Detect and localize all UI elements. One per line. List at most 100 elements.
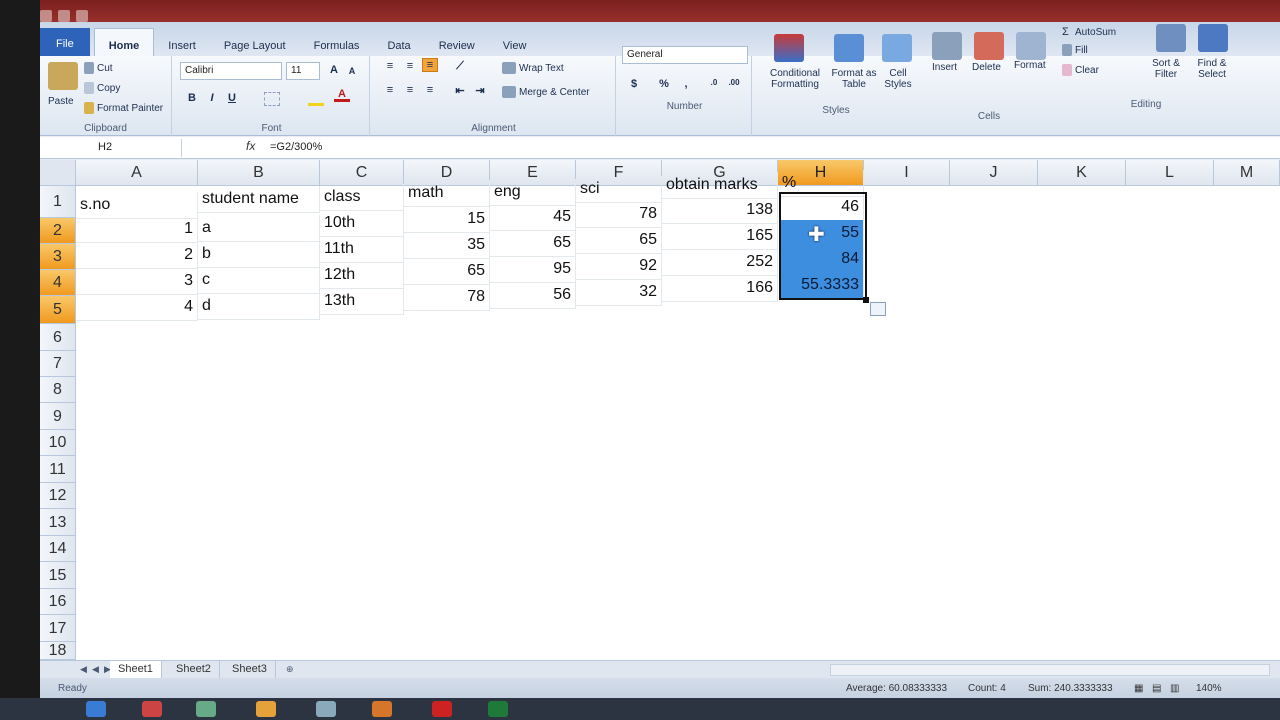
align-center-icon[interactable]: ≡ xyxy=(402,84,418,98)
page-break-view-icon[interactable]: ▥ xyxy=(1170,683,1179,694)
row-header-12[interactable]: 12 xyxy=(40,483,76,509)
increase-decimal-icon[interactable]: .0 xyxy=(706,78,722,92)
row-header-7[interactable]: 7 xyxy=(40,351,76,377)
merge-center-button[interactable]: Merge & Center xyxy=(502,86,590,98)
sheet-tab-sheet2[interactable]: Sheet2 xyxy=(168,661,220,678)
row-header-13[interactable]: 13 xyxy=(40,509,76,536)
format-as-table-button[interactable]: Format as Table xyxy=(828,68,880,90)
align-right-icon[interactable]: ≡ xyxy=(422,84,438,98)
cell-g3[interactable]: 165 xyxy=(662,223,778,250)
find-select-button[interactable]: Find & Select xyxy=(1190,58,1234,80)
column-header-c[interactable]: C xyxy=(320,160,404,186)
cell-f1[interactable]: sci xyxy=(576,176,662,203)
cell-h1[interactable]: % xyxy=(778,170,864,197)
shrink-font-icon[interactable]: A xyxy=(344,66,360,80)
column-header-k[interactable]: K xyxy=(1038,160,1126,186)
format-button[interactable]: Format xyxy=(1014,60,1046,71)
app-icon[interactable] xyxy=(316,701,336,717)
delete-button[interactable]: Delete xyxy=(972,62,1001,73)
tab-page-layout[interactable]: Page Layout xyxy=(210,28,300,56)
align-bottom-icon[interactable]: ≡ xyxy=(422,58,438,72)
cell-e1[interactable]: eng xyxy=(490,179,576,206)
currency-button[interactable]: $ xyxy=(626,78,642,92)
fill-handle[interactable] xyxy=(863,297,869,303)
row-header-4[interactable]: 4 xyxy=(40,270,76,296)
worksheet-grid[interactable]: A B C D E F G H I J K L M 1 2 3 4 5 6 7 … xyxy=(40,160,1280,660)
redo-icon[interactable] xyxy=(76,10,88,22)
cell-c5[interactable]: 13th xyxy=(320,288,404,315)
cell-f4[interactable]: 92 xyxy=(576,253,662,280)
row-header-18[interactable]: 18 xyxy=(40,642,76,660)
delete-cells-icon[interactable] xyxy=(974,32,1004,60)
cell-e4[interactable]: 95 xyxy=(490,256,576,283)
ie-icon[interactable] xyxy=(86,701,106,717)
cell-h4[interactable]: 84 xyxy=(780,246,864,273)
comma-button[interactable]: , xyxy=(678,78,694,92)
conditional-formatting-button[interactable]: Conditional Formatting xyxy=(760,68,830,90)
cell-e2[interactable]: 45 xyxy=(490,204,576,231)
media-icon[interactable] xyxy=(142,701,162,717)
align-top-icon[interactable]: ≡ xyxy=(382,60,398,74)
sheet-first-icon[interactable]: ◀ xyxy=(80,664,87,675)
conditional-formatting-icon[interactable] xyxy=(774,34,804,62)
format-cells-icon[interactable] xyxy=(1016,32,1046,60)
cell-f5[interactable]: 32 xyxy=(576,279,662,306)
cell-d1[interactable]: math xyxy=(404,180,490,207)
row-header-2[interactable]: 2 xyxy=(40,218,76,244)
grow-font-icon[interactable]: A xyxy=(326,64,342,78)
row-header-15[interactable]: 15 xyxy=(40,562,76,589)
cell-a5[interactable]: 4 xyxy=(76,294,198,321)
orientation-icon[interactable]: ⟋ xyxy=(452,60,468,74)
horizontal-scrollbar[interactable] xyxy=(830,664,1270,676)
column-header-b[interactable]: B xyxy=(198,160,320,186)
wrap-text-button[interactable]: Wrap Text xyxy=(502,62,564,74)
cell-b5[interactable]: d xyxy=(198,293,320,320)
cut-button[interactable]: Cut xyxy=(84,62,113,74)
clear-button[interactable]: Clear xyxy=(1062,64,1099,76)
tab-insert[interactable]: Insert xyxy=(154,28,210,56)
tab-formulas[interactable]: Formulas xyxy=(300,28,374,56)
cell-a4[interactable]: 3 xyxy=(76,268,198,295)
paste-icon[interactable] xyxy=(48,62,78,90)
insert-cells-icon[interactable] xyxy=(932,32,962,60)
font-name-select[interactable]: Calibri xyxy=(180,62,282,80)
new-sheet-icon[interactable]: ⊕ xyxy=(286,664,294,675)
cell-c3[interactable]: 11th xyxy=(320,236,404,263)
sort-filter-icon[interactable] xyxy=(1156,24,1186,52)
row-header-16[interactable]: 16 xyxy=(40,589,76,615)
column-header-a[interactable]: A xyxy=(76,160,198,186)
cell-h2[interactable]: 46 xyxy=(780,194,864,221)
cell-d4[interactable]: 65 xyxy=(404,258,490,285)
decrease-decimal-icon[interactable]: .00 xyxy=(726,78,742,92)
row-header-1[interactable]: 1 xyxy=(40,186,76,218)
select-all-corner[interactable] xyxy=(40,160,76,186)
column-header-j[interactable]: J xyxy=(950,160,1038,186)
cell-a2[interactable]: 1 xyxy=(76,216,198,243)
cell-e3[interactable]: 65 xyxy=(490,230,576,257)
column-header-l[interactable]: L xyxy=(1126,160,1214,186)
cell-h5[interactable]: 55.3333 xyxy=(780,272,864,299)
name-box[interactable]: H2 xyxy=(42,139,182,157)
insert-function-icon[interactable]: fx xyxy=(246,139,255,153)
cell-d5[interactable]: 78 xyxy=(404,284,490,311)
column-header-m[interactable]: M xyxy=(1214,160,1280,186)
normal-view-icon[interactable]: ▦ xyxy=(1134,683,1143,694)
format-painter-button[interactable]: Format Painter xyxy=(84,102,163,114)
italic-button[interactable]: I xyxy=(204,92,220,106)
copy-button[interactable]: Copy xyxy=(84,82,120,94)
cell-c1[interactable]: class xyxy=(320,184,404,211)
cell-b1[interactable]: student name xyxy=(198,186,320,213)
percent-button[interactable]: % xyxy=(656,78,672,92)
sort-filter-button[interactable]: Sort & Filter xyxy=(1144,58,1188,80)
row-header-14[interactable]: 14 xyxy=(40,536,76,562)
undo-icon[interactable] xyxy=(58,10,70,22)
sheet-tab-sheet1[interactable]: Sheet1 xyxy=(110,661,162,678)
cell-b4[interactable]: c xyxy=(198,267,320,294)
save-icon[interactable] xyxy=(40,10,52,22)
cell-g4[interactable]: 252 xyxy=(662,249,778,276)
cell-g5[interactable]: 166 xyxy=(662,275,778,302)
tab-home[interactable]: Home xyxy=(93,28,155,56)
sheet-prev-icon[interactable]: ◀ xyxy=(92,664,99,675)
column-header-i[interactable]: I xyxy=(864,160,950,186)
font-size-select[interactable]: 11 xyxy=(286,62,320,80)
